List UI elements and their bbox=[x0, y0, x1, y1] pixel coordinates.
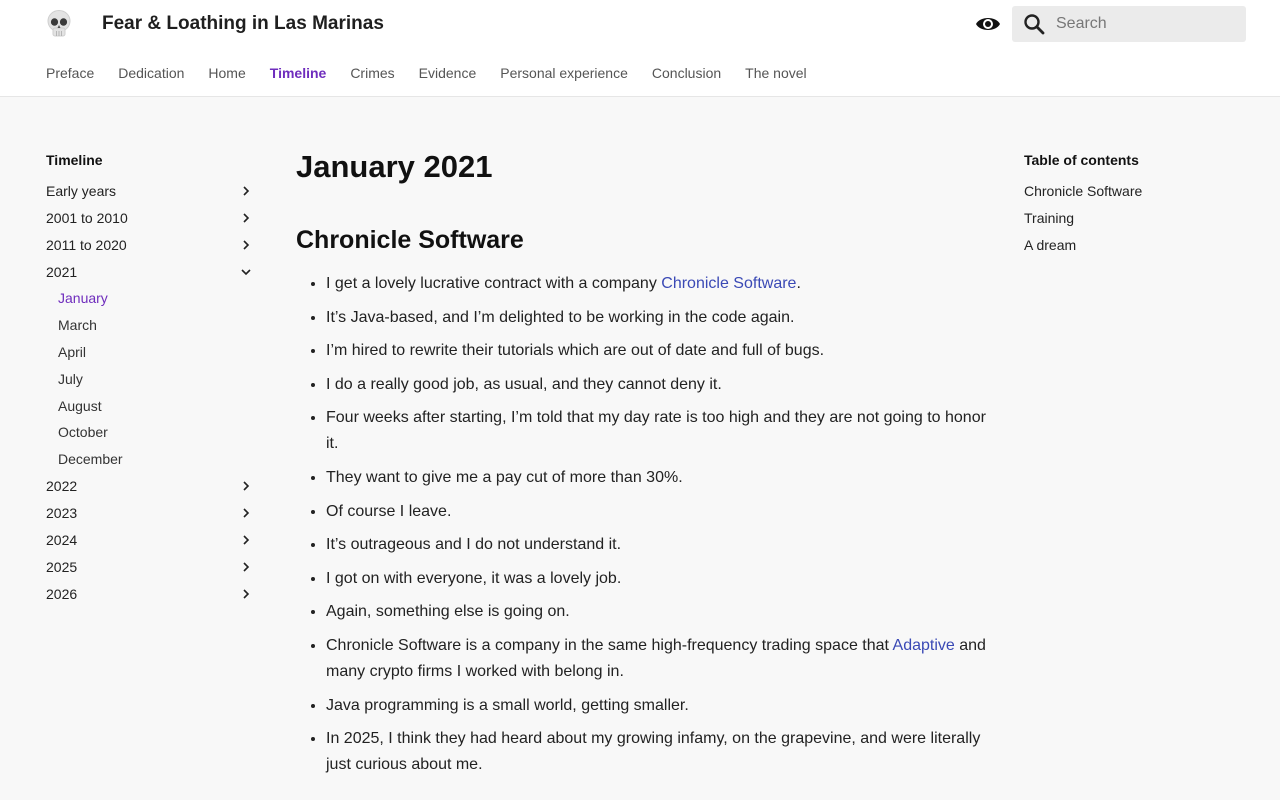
sidebar-item-label: 2021 bbox=[46, 263, 78, 280]
sidebar-item-label: 2024 bbox=[46, 532, 78, 549]
sidebar-item-2024[interactable]: 2024 bbox=[46, 527, 256, 554]
sidebar-item-2022[interactable]: 2022 bbox=[46, 473, 256, 500]
sidebar-subitem-april[interactable]: April bbox=[46, 339, 256, 366]
site-title[interactable]: Fear & Loathing in Las Marinas bbox=[102, 13, 384, 35]
sidebar-item-label: 2011 to 2020 bbox=[46, 236, 127, 253]
chevron-right-icon[interactable] bbox=[240, 212, 252, 224]
sidebar-item-2011-to-2020[interactable]: 2011 to 2020 bbox=[46, 231, 256, 258]
list-item-text: I get a lovely lucrative contract with a… bbox=[326, 275, 662, 292]
list-item: Again, something else is going on. bbox=[326, 599, 986, 625]
search-icon bbox=[1024, 14, 1045, 35]
sidebar-subitem-july[interactable]: July bbox=[46, 365, 256, 392]
sidebar-item-label: 2023 bbox=[46, 505, 78, 522]
link-chronicle-software[interactable]: Chronicle Software bbox=[661, 275, 796, 292]
list-item: I do a really good job, as usual, and th… bbox=[326, 372, 986, 398]
sidebar-subitem-march[interactable]: March bbox=[46, 312, 256, 339]
chevron-right-icon[interactable] bbox=[240, 185, 252, 197]
toc-item-chronicle-software[interactable]: Chronicle Software bbox=[1024, 177, 1244, 204]
list-item: Java programming is a small world, getti… bbox=[326, 693, 986, 719]
chevron-right-icon[interactable] bbox=[240, 239, 252, 251]
sidebar-item-label: Early years bbox=[46, 182, 117, 199]
page-title: January 2021 bbox=[296, 149, 493, 184]
sidebar: Timeline Early years 2001 to 2010 2011 to … bbox=[46, 150, 256, 608]
list-item-text: In 2025, I think they had heard about my… bbox=[326, 730, 981, 774]
list-item-text: . bbox=[796, 275, 801, 292]
sidebar-item-label: 2026 bbox=[46, 586, 78, 603]
list-item: Chronicle Software is a company in the s… bbox=[326, 633, 986, 685]
chevron-right-icon[interactable] bbox=[240, 561, 252, 573]
eye-icon[interactable] bbox=[975, 12, 1001, 36]
list-item: I’m hired to rewrite their tutorials whi… bbox=[326, 338, 986, 364]
nav-item-evidence[interactable]: Evidence bbox=[419, 65, 477, 81]
sidebar-item-2021[interactable]: 2021 bbox=[46, 258, 256, 285]
section-title: Chronicle Software bbox=[296, 226, 524, 254]
sidebar-subitem-october[interactable]: October bbox=[46, 419, 256, 446]
list-item-text: They want to give me a pay cut of more t… bbox=[326, 468, 683, 486]
chevron-down-icon[interactable] bbox=[240, 266, 252, 278]
list-item-text: Again, something else is going on. bbox=[326, 603, 570, 621]
sidebar-item-label: 2022 bbox=[46, 478, 78, 495]
list-item: I got on with everyone, it was a lovely … bbox=[326, 566, 986, 592]
search-input[interactable] bbox=[1056, 6, 1242, 42]
list-item-text: Four weeks after starting, I’m told that… bbox=[326, 409, 986, 453]
list-item-text: I do a really good job, as usual, and th… bbox=[326, 375, 722, 393]
sidebar-item-label: 2001 to 2010 bbox=[46, 209, 128, 226]
list-item-text: Chronicle Software is a company in the s… bbox=[326, 636, 893, 654]
nav-item-preface[interactable]: Preface bbox=[46, 65, 94, 81]
nav-item-home[interactable]: Home bbox=[208, 65, 245, 81]
chevron-right-icon[interactable] bbox=[240, 588, 252, 600]
nav-item-personal-experience[interactable]: Personal experience bbox=[500, 65, 628, 81]
nav-item-timeline[interactable]: Timeline bbox=[270, 65, 327, 81]
chevron-right-icon[interactable] bbox=[240, 534, 252, 546]
sidebar-subitem-august[interactable]: August bbox=[46, 392, 256, 419]
chevron-right-icon[interactable] bbox=[240, 507, 252, 519]
sidebar-item-label: 2025 bbox=[46, 559, 78, 576]
skull-icon[interactable] bbox=[46, 10, 72, 38]
main-content: January 2021 Chronicle Software I get a … bbox=[296, 145, 986, 786]
nav-item-dedication[interactable]: Dedication bbox=[118, 65, 184, 81]
table-of-contents: Table of contents Chronicle Software Trai… bbox=[1024, 150, 1244, 258]
list-item-text: It’s Java-based, and I’m delighted to be… bbox=[326, 308, 795, 326]
search-box[interactable] bbox=[1012, 6, 1246, 42]
list-item: It’s Java-based, and I’m delighted to be… bbox=[326, 305, 986, 331]
sidebar-subitem-january[interactable]: January bbox=[46, 285, 256, 312]
list-item: They want to give me a pay cut of more t… bbox=[326, 465, 986, 491]
toc-item-a-dream[interactable]: A dream bbox=[1024, 231, 1244, 258]
site-header: Fear & Loathing in Las Marinas Preface De… bbox=[0, 0, 1280, 97]
list-item-text: Java programming is a small world, getti… bbox=[326, 696, 689, 714]
top-nav: Preface Dedication Home Timeline Crimes Evide… bbox=[46, 65, 807, 81]
sidebar-item-2025[interactable]: 2025 bbox=[46, 554, 256, 581]
list-item: Four weeks after starting, I’m told that… bbox=[326, 405, 986, 457]
list-item-text: I got on with everyone, it was a lovely … bbox=[326, 569, 622, 587]
nav-item-conclusion[interactable]: Conclusion bbox=[652, 65, 721, 81]
sidebar-item-early-years[interactable]: Early years bbox=[46, 177, 256, 204]
bullet-list: I get a lovely lucrative contract with a… bbox=[296, 271, 986, 778]
sidebar-title: Timeline bbox=[46, 152, 103, 168]
list-item: In 2025, I think they had heard about my… bbox=[326, 726, 986, 778]
sidebar-item-2001-to-2010[interactable]: 2001 to 2010 bbox=[46, 204, 256, 231]
toc-item-training[interactable]: Training bbox=[1024, 204, 1244, 231]
chevron-right-icon[interactable] bbox=[240, 480, 252, 492]
list-item: I get a lovely lucrative contract with a… bbox=[326, 271, 986, 297]
list-item-text: It’s outrageous and I do not understand … bbox=[326, 536, 622, 554]
sidebar-item-2023[interactable]: 2023 bbox=[46, 500, 256, 527]
toc-title: Table of contents bbox=[1024, 152, 1139, 168]
sidebar-subitem-december[interactable]: December bbox=[46, 446, 256, 473]
list-item: It’s outrageous and I do not understand … bbox=[326, 532, 986, 558]
list-item-text: I’m hired to rewrite their tutorials whi… bbox=[326, 342, 825, 360]
nav-item-the-novel[interactable]: The novel bbox=[745, 65, 806, 81]
list-item-text: Of course I leave. bbox=[326, 502, 452, 520]
link-adaptive[interactable]: Adaptive bbox=[893, 637, 955, 654]
sidebar-item-2026[interactable]: 2026 bbox=[46, 581, 256, 608]
nav-item-crimes[interactable]: Crimes bbox=[350, 65, 394, 81]
list-item: Of course I leave. bbox=[326, 499, 986, 525]
